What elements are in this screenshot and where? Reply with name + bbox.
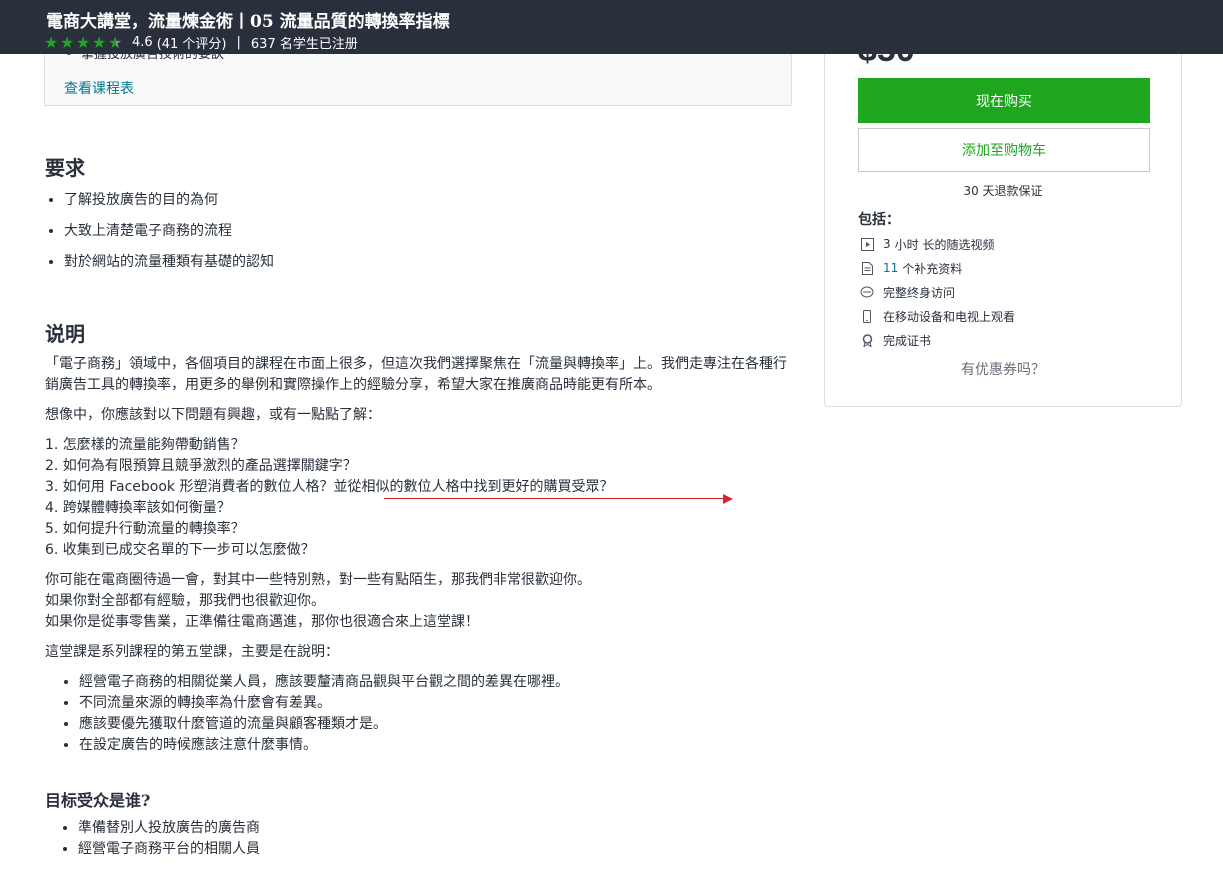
course-header-bar: 電商大講堂，流量煉金術丨05 流量品質的轉換率指標 ★ ★ ★ ★ ★ 4.6 … [0, 0, 1223, 54]
purchase-card: $50 现在购买 添加至购物车 30 天退款保证 包括： 3 小时 长的随选视频… [824, 8, 1182, 407]
includes-list: 3 小时 长的随选视频 11 个补充资料 完整终身访问 在移动设备和电视上观看 [860, 232, 1015, 352]
question-item: 1. 怎麼樣的流量能夠帶動銷售？ [45, 437, 245, 453]
meta-separator: | [236, 35, 241, 50]
include-item-video: 3 小时 长的随选视频 [860, 232, 1015, 256]
coupon-link[interactable]: 有优惠券吗？ [825, 359, 1181, 379]
list-item: 經營電子商務平台的相關人員 [78, 839, 260, 860]
money-back-guarantee: 30 天退款保证 [963, 184, 1043, 198]
list-item: 大致上清楚電子商務的流程 [64, 220, 274, 251]
description-title: 说明 [45, 322, 85, 346]
question-item: 6. 收集到已成交名單的下一步可以怎麼做？ [45, 542, 315, 558]
star-half-icon: ★ [108, 33, 123, 52]
enrolled-count: 637 名学生已注册 [250, 37, 358, 52]
mobile-icon [860, 309, 874, 323]
include-item-mobile: 在移动设备和电视上观看 [860, 304, 1015, 328]
list-item: 準備替別人投放廣告的廣告商 [78, 818, 260, 839]
buy-now-button[interactable]: 现在购买 [858, 78, 1150, 123]
annotation-arrow-icon [723, 494, 733, 504]
audience-title: 目标受众是谁? [45, 791, 151, 810]
infinity-icon [860, 285, 874, 299]
star-icon: ★ [44, 33, 59, 52]
series-lead: 這堂課是系列課程的第五堂課，主要是在說明： [45, 644, 339, 660]
star-icon: ★ [92, 33, 107, 52]
certificate-icon [860, 333, 874, 347]
annotation-underline [384, 498, 724, 499]
list-item: 應該要優先獲取什麼管道的流量與顧客種類才是。 [79, 714, 797, 735]
question-lead: 想像中，你應該對以下問題有興趣，或有一點點了解： [45, 407, 381, 423]
requirements-list: 了解投放廣告的目的為何 大致上清楚電子商務的流程 對於網站的流量種類有基礎的認知 [44, 189, 274, 282]
welcome-text: 你可能在電商圈待過一會，對其中一些特別熟，對一些有點陌生，那我們非常很歡迎你。 … [45, 572, 591, 630]
series-points: 經營電子商務的相關從業人員，應該要釐清商品觀與平台觀之間的差異在哪裡。 不同流量… [45, 672, 797, 756]
video-icon [860, 237, 874, 251]
add-to-cart-button[interactable]: 添加至购物车 [858, 128, 1150, 172]
star-icon: ★ [76, 33, 91, 52]
rating-value: 4.6 [132, 35, 153, 50]
question-item: 2. 如何為有限預算且競爭激烈的產品選擇關鍵字？ [45, 458, 357, 474]
include-item-resources: 11 个补充资料 [860, 256, 1015, 280]
list-item: 了解投放廣告的目的為何 [64, 189, 274, 220]
list-item: 在設定廣告的時候應該注意什麼事情。 [79, 735, 797, 756]
include-item-lifetime: 完整终身访问 [860, 280, 1015, 304]
include-item-certificate: 完成证书 [860, 328, 1015, 352]
question-item: 3. 如何用 Facebook 形塑消費者的數位人格？並從相似的數位人格中找到更… [45, 479, 614, 495]
list-item: 經營電子商務的相關從業人員，應該要釐清商品觀與平台觀之間的差異在哪裡。 [79, 672, 797, 693]
view-curriculum-link[interactable]: 查看课程表 [64, 78, 134, 98]
rating-stars: ★ ★ ★ ★ ★ [44, 33, 124, 52]
audience-list: 準備替別人投放廣告的廣告商 經營電子商務平台的相關人員 [44, 818, 260, 860]
description-intro: 「電子商務」領域中，各個項目的課程在市面上很多，但這次我們選擇聚焦在「流量與轉換… [45, 356, 787, 393]
question-item: 4. 跨媒體轉換率該如何衡量？ [45, 500, 231, 516]
file-icon [860, 261, 874, 275]
rating-count[interactable]: (41 个评分) [157, 33, 227, 52]
course-meta: ★ ★ ★ ★ ★ 4.6 (41 个评分) | 637 名学生已注册 [44, 33, 358, 53]
description-body: 「電子商務」領域中，各個項目的課程在市面上很多，但這次我們選擇聚焦在「流量與轉換… [45, 354, 797, 756]
list-item: 不同流量來源的轉換率為什麼會有差異。 [79, 693, 797, 714]
star-icon: ★ [60, 33, 75, 52]
requirements-title: 要求 [45, 156, 85, 180]
question-item: 5. 如何提升行動流量的轉換率？ [45, 521, 245, 537]
includes-title: 包括： [858, 212, 900, 228]
course-title: 電商大講堂，流量煉金術丨05 流量品質的轉換率指標 [46, 12, 450, 32]
list-item: 對於網站的流量種類有基礎的認知 [64, 251, 274, 282]
